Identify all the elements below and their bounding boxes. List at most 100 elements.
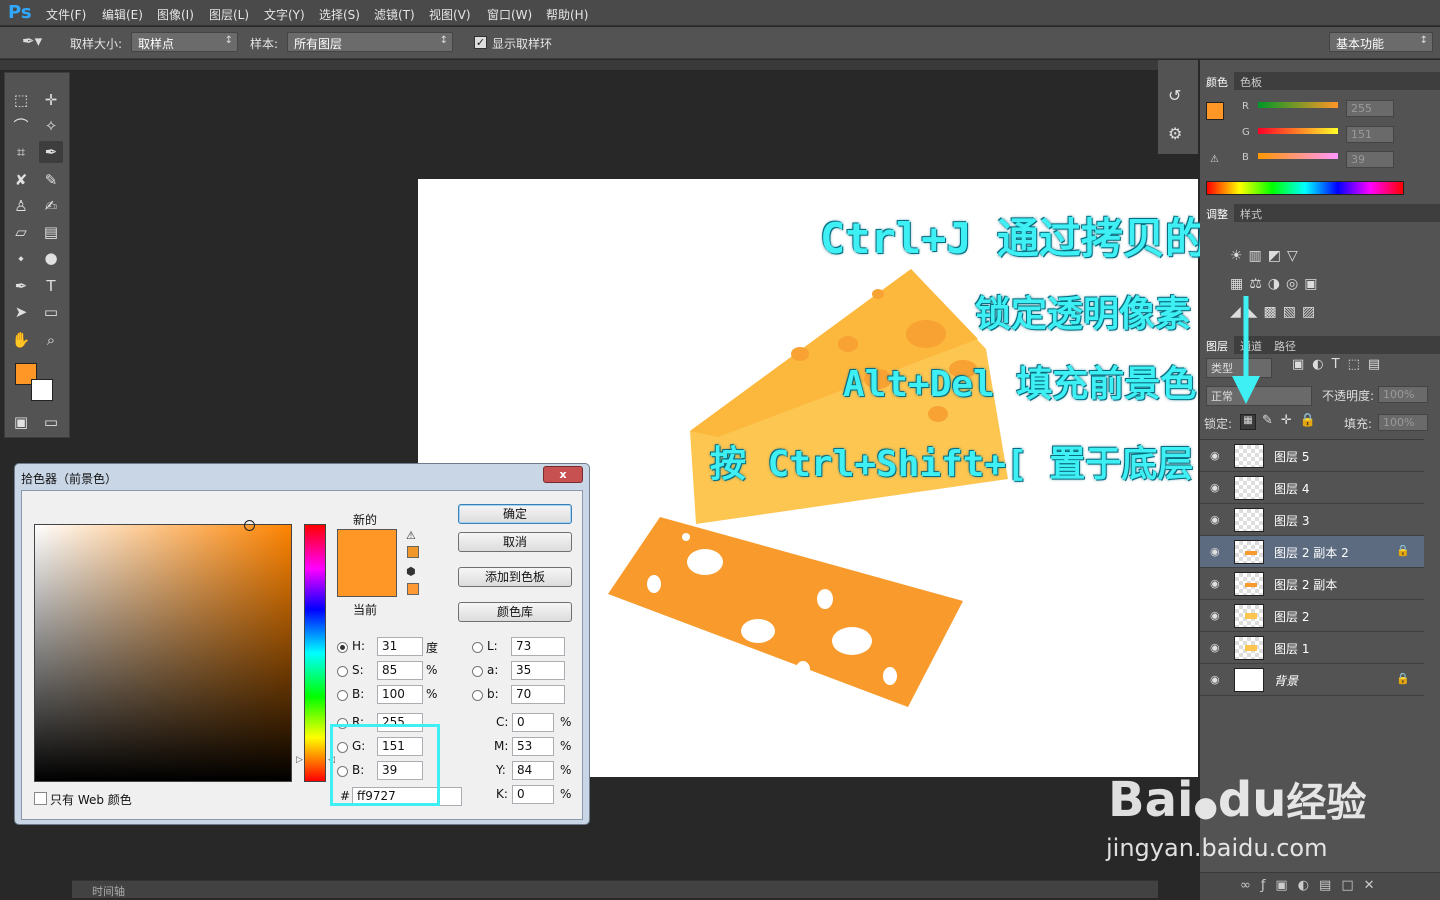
color-libraries-button[interactable]: 颜色库	[458, 602, 572, 622]
marquee-tool-icon[interactable]: ⬚	[9, 89, 33, 111]
eye-icon[interactable]: ◉	[1210, 513, 1220, 526]
menu-window[interactable]: 窗口(W)	[487, 6, 532, 23]
h-input[interactable]: 31	[377, 637, 423, 656]
web-safe-cube-icon[interactable]: ⬢	[406, 565, 416, 578]
r-value[interactable]: 255	[1346, 100, 1394, 117]
tab-adjustments[interactable]: 调整	[1200, 204, 1234, 224]
layer-filter-icons[interactable]: ▣◐T⬚▤	[1292, 357, 1388, 372]
crop-tool-icon[interactable]: ⌗	[9, 141, 33, 163]
add-to-swatches-button[interactable]: 添加到色板	[458, 567, 572, 587]
layer-row[interactable]: ◉ 图层 2	[1200, 600, 1424, 632]
menu-select[interactable]: 选择(S)	[319, 6, 360, 23]
eye-icon[interactable]: ◉	[1210, 449, 1220, 462]
clone-stamp-tool-icon[interactable]: ♙	[9, 195, 33, 217]
quick-mask-icon[interactable]: ▣	[9, 411, 33, 433]
tab-paths[interactable]: 路径	[1268, 336, 1302, 356]
move-tool-icon[interactable]: ✛	[39, 89, 63, 111]
a-radio[interactable]	[472, 666, 483, 677]
eye-icon[interactable]: ◉	[1210, 481, 1220, 494]
web-only-checkbox[interactable]	[34, 792, 47, 805]
fill-input[interactable]: 100%	[1378, 414, 1428, 431]
healing-brush-tool-icon[interactable]: ✘	[9, 169, 33, 191]
l-input[interactable]: 73	[511, 637, 565, 656]
layer-row[interactable]: ◉ 图层 4	[1200, 472, 1424, 504]
lab-b-radio[interactable]	[472, 690, 483, 701]
eye-icon[interactable]: ◉	[1210, 577, 1220, 590]
s-radio[interactable]	[337, 666, 348, 677]
web-safe-swatch[interactable]	[407, 583, 419, 595]
color-spectrum-bar[interactable]	[1206, 181, 1404, 195]
menu-filter[interactable]: 滤镜(T)	[374, 6, 415, 23]
opacity-input[interactable]: 100%	[1378, 386, 1428, 403]
layer-action-icons[interactable]: ∞ƒ▣◐▤□✕	[1240, 878, 1385, 893]
lab-b-input[interactable]: 70	[511, 685, 565, 704]
m-input[interactable]: 53	[512, 737, 554, 756]
dodge-tool-icon[interactable]: ●	[39, 247, 63, 269]
menu-image[interactable]: 图像(I)	[157, 6, 194, 23]
h-radio[interactable]	[337, 642, 348, 653]
hand-tool-icon[interactable]: ✋	[9, 329, 33, 351]
dialog-close-button[interactable]: x	[543, 466, 583, 483]
quick-select-tool-icon[interactable]: ✧	[39, 115, 63, 137]
menu-type[interactable]: 文字(Y)	[264, 6, 305, 23]
screen-mode-icon[interactable]: ▭	[39, 411, 63, 433]
menu-file[interactable]: 文件(F)	[46, 6, 86, 23]
g-slider[interactable]	[1258, 128, 1338, 134]
lasso-tool-icon[interactable]: ⌒	[9, 115, 33, 137]
adjustment-icons-row-2[interactable]: ▦⚖◑◎▣	[1230, 276, 1323, 292]
tab-color[interactable]: 颜色	[1200, 72, 1234, 92]
g-value[interactable]: 151	[1346, 126, 1394, 143]
b-radio[interactable]	[337, 690, 348, 701]
k-input[interactable]: 0	[512, 785, 554, 804]
gradient-tool-icon[interactable]: ▤	[39, 221, 63, 243]
eye-icon[interactable]: ◉	[1210, 545, 1220, 558]
menu-layer[interactable]: 图层(L)	[209, 6, 249, 23]
background-color-swatch[interactable]	[31, 379, 53, 401]
layer-row[interactable]: ◉ 图层 2 副本	[1200, 568, 1424, 600]
hue-slider-left-arrow[interactable]: ▷	[296, 755, 303, 765]
sample-select[interactable]: 所有图层	[287, 32, 453, 52]
eraser-tool-icon[interactable]: ▱	[9, 221, 33, 243]
brush-tool-icon[interactable]: ✎	[39, 169, 63, 191]
history-panel-icon[interactable]: ↺	[1168, 86, 1181, 105]
ok-button[interactable]: 确定	[458, 504, 572, 524]
eye-icon[interactable]: ◉	[1210, 673, 1220, 686]
path-select-tool-icon[interactable]: ➤	[9, 301, 33, 323]
sample-size-select[interactable]: 取样点	[131, 32, 238, 52]
blur-tool-icon[interactable]: ⬩	[9, 247, 33, 269]
out-of-gamut-icon[interactable]: ⚠	[406, 529, 416, 542]
panel-foreground-swatch[interactable]	[1206, 102, 1224, 120]
layer-row[interactable]: ◉ 图层 1	[1200, 632, 1424, 664]
a-input[interactable]: 35	[511, 661, 565, 680]
pen-tool-icon[interactable]: ✒	[9, 275, 33, 297]
show-ring-checkbox[interactable]: ✓	[474, 36, 487, 49]
adjustment-icons-row-1[interactable]: ☀▥◩▽	[1230, 248, 1304, 264]
zoom-tool-icon[interactable]: ⌕	[39, 329, 63, 351]
b-slider[interactable]	[1258, 153, 1338, 159]
workspace-select[interactable]: 基本功能	[1329, 32, 1433, 52]
lock-other-icons[interactable]: ✎✛🔒	[1262, 413, 1324, 428]
lock-transparent-pixels-icon[interactable]: ▦	[1240, 414, 1256, 430]
eyedropper-icon[interactable]: ✒▾	[22, 32, 52, 54]
l-radio[interactable]	[472, 642, 483, 653]
saturation-brightness-field[interactable]	[34, 520, 292, 782]
hue-slider[interactable]	[304, 524, 326, 782]
eye-icon[interactable]: ◉	[1210, 641, 1220, 654]
tab-swatches[interactable]: 色板	[1234, 72, 1268, 92]
timeline-label[interactable]: 时间轴	[92, 883, 125, 899]
cancel-button[interactable]: 取消	[458, 532, 572, 552]
layer-row[interactable]: ◉ 图层 5	[1200, 440, 1424, 472]
tab-styles[interactable]: 样式	[1234, 204, 1268, 224]
menu-help[interactable]: 帮助(H)	[546, 6, 588, 23]
b-value[interactable]: 39	[1346, 151, 1394, 168]
c-input[interactable]: 0	[512, 713, 554, 732]
menu-edit[interactable]: 编辑(E)	[102, 6, 143, 23]
layer-row-selected[interactable]: ◉ 图层 2 副本 2 🔒	[1200, 536, 1424, 568]
history-brush-tool-icon[interactable]: ✍	[39, 195, 63, 217]
type-tool-icon[interactable]: T	[39, 275, 63, 297]
eye-icon[interactable]: ◉	[1210, 609, 1220, 622]
menu-view[interactable]: 视图(V)	[429, 6, 471, 23]
rectangle-tool-icon[interactable]: ▭	[39, 301, 63, 323]
color-picker-cursor[interactable]	[244, 520, 255, 531]
layer-row[interactable]: ◉ 图层 3	[1200, 504, 1424, 536]
